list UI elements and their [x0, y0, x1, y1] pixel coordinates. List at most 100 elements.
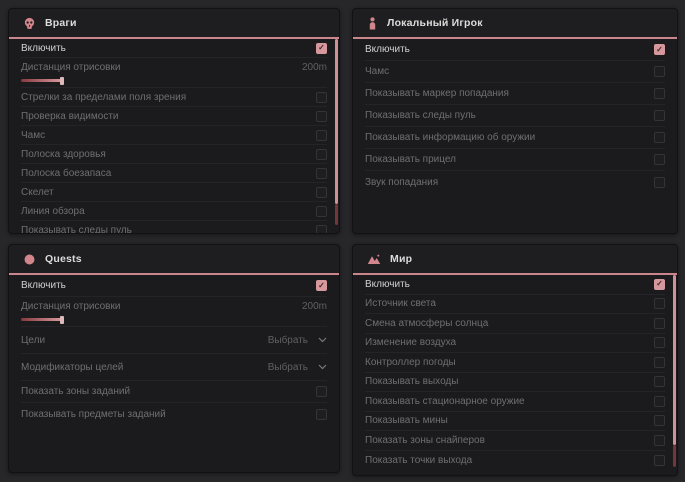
slider-label: Дистанция отрисовки — [21, 62, 120, 73]
setting-label: Источник света — [365, 298, 436, 309]
setting-row-toggle: Включить ✓ — [365, 275, 665, 295]
setting-label: Показывать прицел — [365, 154, 456, 165]
checkbox-unchecked[interactable] — [316, 206, 327, 217]
checkbox-checked[interactable]: ✓ — [654, 279, 665, 290]
panel-enemies-header: Враги — [9, 9, 339, 39]
select-label: Модификаторы целей — [21, 362, 123, 373]
checkbox-unchecked[interactable] — [654, 88, 665, 99]
setting-label: Линия обзора — [21, 206, 85, 217]
setting-label: Стрелки за пределами поля зрения — [21, 92, 186, 103]
setting-row-slider: Дистанция отрисовки200m — [21, 297, 327, 327]
setting-label: Чамс — [365, 66, 389, 77]
checkbox-unchecked[interactable] — [654, 415, 665, 426]
setting-label: Звук попадания — [365, 177, 438, 188]
setting-label: Показывать следы пуль — [365, 110, 476, 121]
setting-row-toggle: Чамс — [365, 61, 665, 83]
checkbox-unchecked[interactable] — [316, 187, 327, 198]
checkbox-unchecked[interactable] — [654, 318, 665, 329]
setting-row-toggle: Показывать стационарное оружие — [365, 392, 665, 412]
checkbox-unchecked[interactable] — [654, 357, 665, 368]
chevron-down-icon — [318, 362, 327, 373]
setting-label: Полоска здоровья — [21, 149, 106, 160]
checkbox-unchecked[interactable] — [654, 298, 665, 309]
setting-label: Чамс — [21, 130, 45, 141]
checkbox-unchecked[interactable] — [316, 386, 327, 397]
checkbox-unchecked[interactable] — [654, 154, 665, 165]
panel-scrollbar[interactable] — [673, 275, 676, 473]
setting-row-toggle: Полоска боезапаса — [21, 164, 327, 183]
select-label: Цели — [21, 335, 45, 346]
scrollbar-track-end — [673, 445, 676, 467]
checkbox-checked[interactable]: ✓ — [316, 43, 327, 54]
panel-scrollbar[interactable] — [335, 39, 338, 231]
panel-world-header: Мир — [353, 245, 677, 275]
setting-row-toggle: Показать зоны снайперов — [365, 431, 665, 451]
panel-enemies: Враги Включить ✓ Дистанция отрисовки 200m Ст… — [8, 8, 340, 234]
checkbox-unchecked[interactable] — [654, 435, 665, 446]
setting-label: Включить — [365, 44, 410, 55]
checkbox-unchecked[interactable] — [316, 111, 327, 122]
checkbox-unchecked[interactable] — [654, 337, 665, 348]
setting-row-toggle: Контроллер погоды — [365, 353, 665, 373]
setting-row-toggle: Показывать следы пуль — [21, 221, 327, 234]
cheat-menu-screen: Враги Включить✓Дистанция отрисовки200mСт… — [0, 0, 685, 482]
setting-row-toggle: Источник света — [365, 295, 665, 315]
setting-label: Показывать информацию об оружии — [365, 132, 535, 143]
checkbox-unchecked[interactable] — [654, 177, 665, 188]
panel-title: Враги — [45, 17, 77, 29]
slider-fill — [21, 318, 61, 321]
checkbox-unchecked[interactable] — [654, 396, 665, 407]
checkbox-unchecked[interactable] — [316, 225, 327, 234]
slider-handle[interactable] — [60, 77, 64, 85]
setting-row-toggle: Изменение воздуха — [365, 334, 665, 354]
slider-handle[interactable] — [60, 316, 64, 324]
slider-track[interactable] — [21, 76, 327, 85]
slider-value: 200m — [302, 62, 327, 73]
setting-label: Полоска боезапаса — [21, 168, 111, 179]
setting-label: Включить — [365, 279, 410, 290]
setting-row-toggle: Полоска здоровья — [21, 145, 327, 164]
setting-row-toggle: Стрелки за пределами поля зрения — [21, 88, 327, 107]
setting-row-toggle: Включить ✓ — [365, 39, 665, 61]
quest-orb-icon — [23, 253, 36, 266]
setting-row-select: Цели Выбрать — [21, 327, 327, 354]
checkbox-unchecked[interactable] — [654, 455, 665, 466]
scrollbar-track-end — [335, 204, 338, 225]
scrollbar-thumb[interactable] — [673, 275, 676, 445]
scrollbar-thumb[interactable] — [335, 39, 338, 204]
checkbox-checked[interactable]: ✓ — [316, 280, 327, 291]
panel-title: Локальный Игрок — [387, 17, 483, 29]
setting-row-toggle: Смена атмосферы солнца — [365, 314, 665, 334]
checkbox-unchecked[interactable] — [316, 168, 327, 179]
person-icon — [367, 17, 378, 30]
setting-label: Включить — [21, 43, 66, 54]
setting-row-toggle: Показывать предметы заданий — [21, 403, 327, 425]
slider-value: 200m — [302, 301, 327, 312]
panel-title: Quests — [45, 253, 82, 265]
checkbox-unchecked[interactable] — [654, 110, 665, 121]
panel-enemies-body: Включить ✓ Дистанция отрисовки 200m Стрелки … — [9, 39, 339, 234]
select-dropdown[interactable]: Выбрать — [268, 362, 327, 373]
panel-local-player-body: Включить✓ЧамсПоказывать маркер попадания… — [353, 39, 677, 193]
chevron-down-icon — [318, 335, 327, 346]
checkbox-unchecked[interactable] — [316, 149, 327, 160]
setting-label: Показать зоны снайперов — [365, 435, 485, 446]
checkbox-unchecked[interactable] — [316, 130, 327, 141]
setting-row-toggle: Показать зоны заданий — [21, 381, 327, 403]
checkbox-checked[interactable]: ✓ — [654, 44, 665, 55]
checkbox-unchecked[interactable] — [654, 376, 665, 387]
setting-row-toggle: Скелет — [21, 183, 327, 202]
checkbox-unchecked[interactable] — [654, 132, 665, 143]
slider-track[interactable] — [21, 315, 327, 324]
checkbox-unchecked[interactable] — [654, 66, 665, 77]
checkbox-unchecked[interactable] — [316, 92, 327, 103]
setting-row-toggle: Проверка видимости — [21, 107, 327, 126]
checkbox-unchecked[interactable] — [316, 409, 327, 420]
select-dropdown[interactable]: Выбрать — [268, 335, 327, 346]
setting-label: Показывать стационарное оружие — [365, 396, 525, 407]
setting-row-toggle: Включить✓ — [21, 275, 327, 297]
panel-quests-body: Включить✓Дистанция отрисовки200m Цели Выбр… — [9, 275, 339, 425]
mountain-icon — [367, 253, 381, 265]
setting-label: Изменение воздуха — [365, 337, 456, 348]
setting-row-toggle: Показать точки выхода — [365, 451, 665, 471]
